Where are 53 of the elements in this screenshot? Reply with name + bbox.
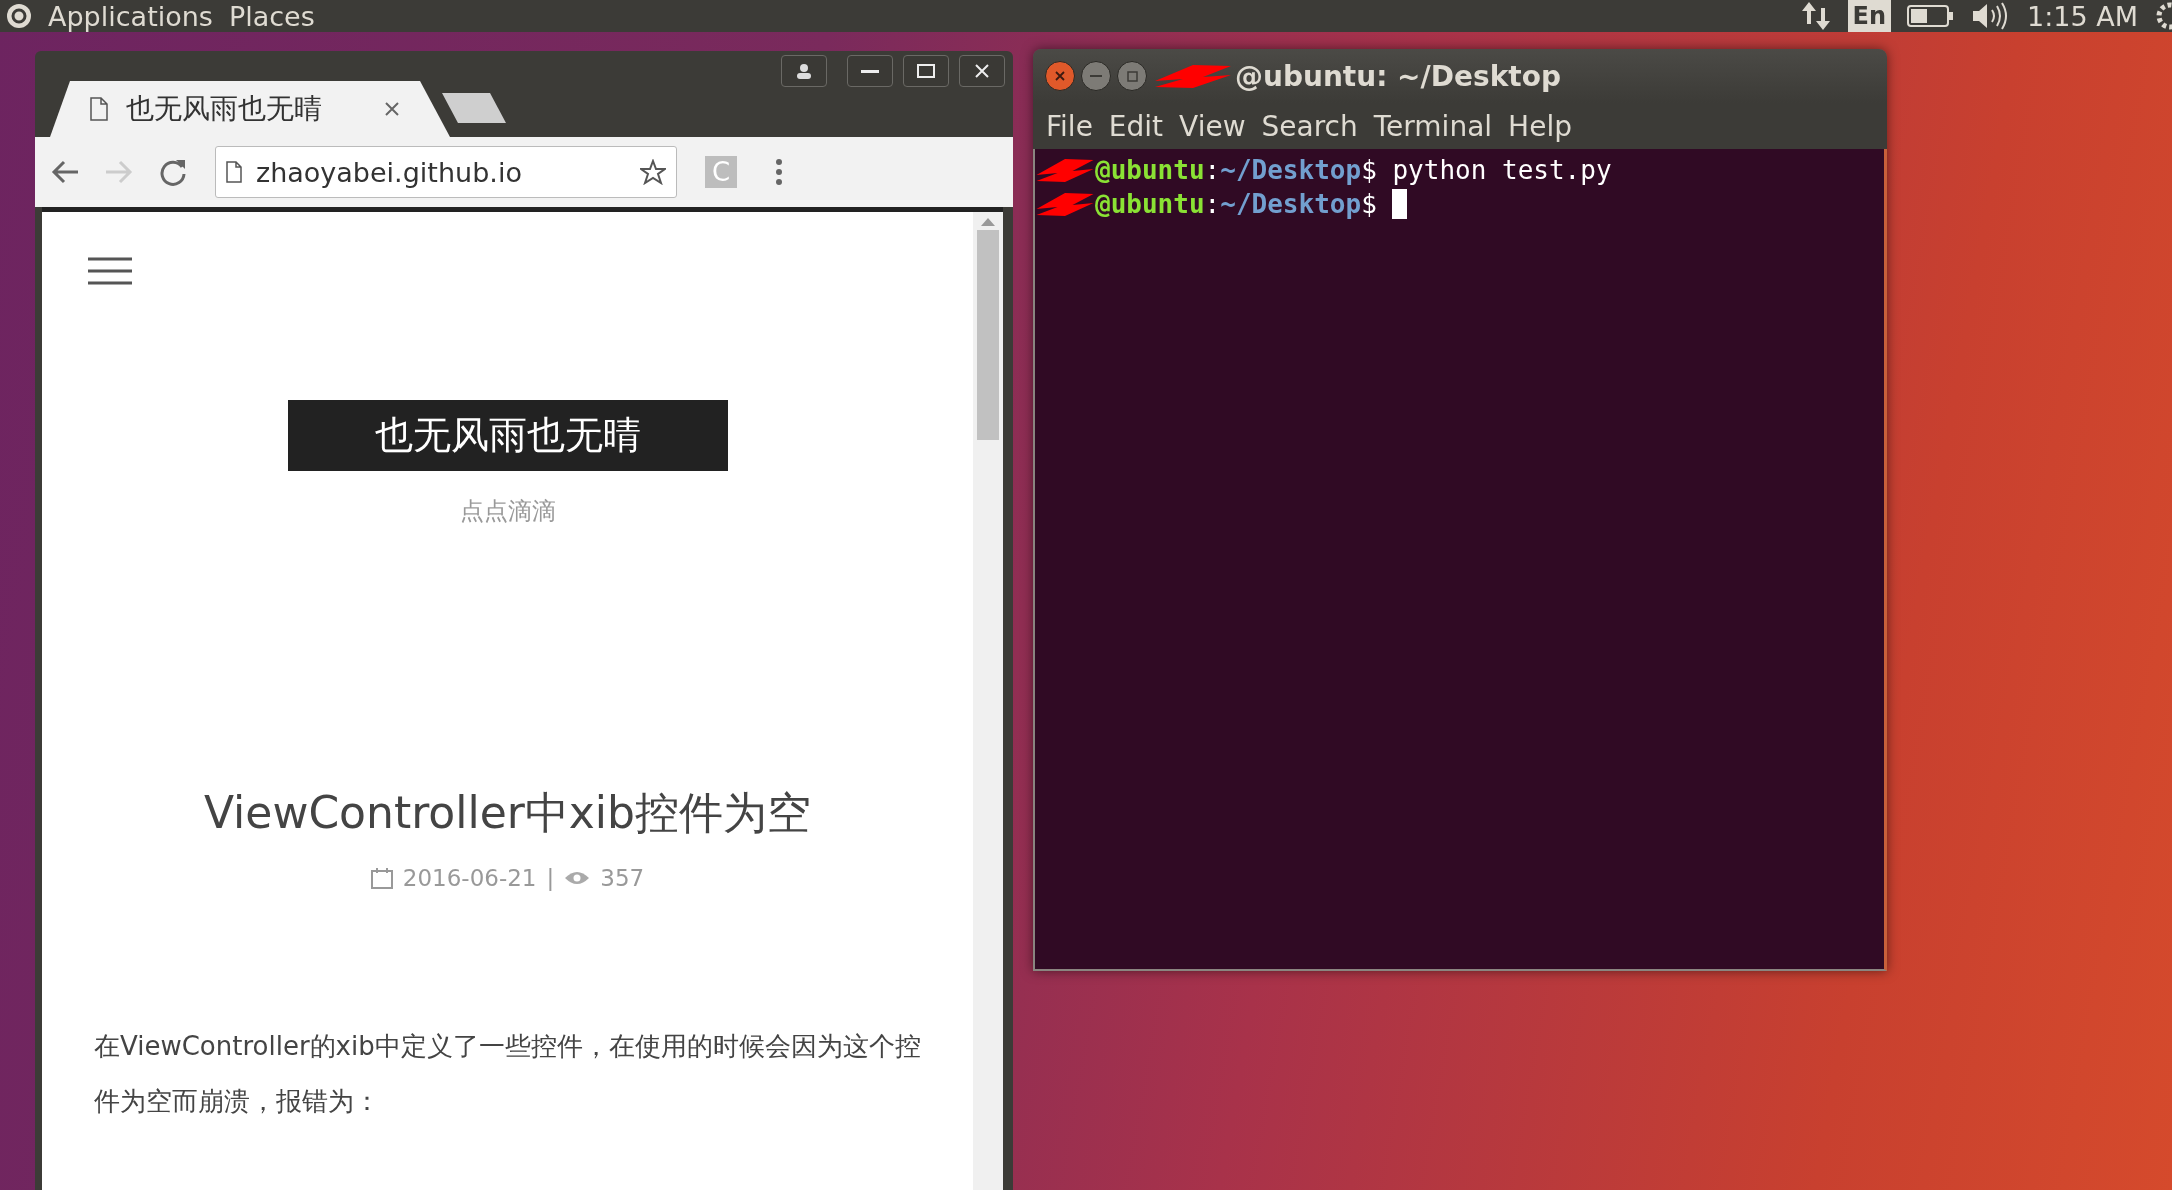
address-bar[interactable]: zhaoyabei.github.io xyxy=(215,146,677,198)
terminal-line: @ubuntu:~/Desktop$ xyxy=(1095,189,1378,219)
site-subtitle: 点点滴滴 xyxy=(459,496,556,527)
panel-menu[interactable]: Places xyxy=(228,0,315,32)
close-icon xyxy=(1054,70,1066,82)
person-icon xyxy=(796,63,812,79)
post-paragraph: 在ViewController的xib中定义了一些控件，在使用的时候会因为这个控件为空而崩溃，报错为： xyxy=(93,1030,922,1118)
minimize-button[interactable] xyxy=(847,55,893,87)
browser-tab[interactable]: 也无风雨也无晴 xyxy=(50,81,450,137)
menu-item[interactable]: Help xyxy=(1503,109,1577,143)
page-icon xyxy=(226,161,242,183)
minimize-icon xyxy=(1090,75,1102,77)
close-icon xyxy=(974,63,990,79)
menu-item[interactable]: View xyxy=(1174,109,1251,143)
battery-icon[interactable] xyxy=(1907,4,1955,28)
menu-item[interactable]: Search xyxy=(1256,109,1363,143)
back-arrow-icon xyxy=(51,159,79,185)
redaction-mark xyxy=(1035,191,1095,217)
menu-item[interactable]: File xyxy=(1041,109,1098,143)
maximize-icon xyxy=(917,64,935,78)
redaction-mark xyxy=(1035,157,1095,183)
forward-arrow-icon xyxy=(105,159,133,185)
maximize-icon xyxy=(1126,70,1138,82)
close-icon[interactable] xyxy=(384,101,400,117)
close-button[interactable] xyxy=(959,55,1005,87)
calendar-icon xyxy=(370,867,393,889)
panel-menu[interactable]: Applications xyxy=(48,0,213,32)
scrollbar-thumb[interactable] xyxy=(977,230,999,440)
minimize-icon xyxy=(861,69,879,73)
menu-icon[interactable] xyxy=(88,256,132,286)
star-icon[interactable] xyxy=(640,159,666,185)
menu-item[interactable]: Terminal xyxy=(1368,109,1498,143)
site-title[interactable]: 也无风雨也无晴 xyxy=(287,400,728,471)
post-title[interactable]: ViewController中xib控件为空 xyxy=(203,784,811,843)
profile-button[interactable] xyxy=(781,55,827,87)
terminal-line: @ubuntu:~/Desktop$ python test.py xyxy=(1095,155,1612,185)
maximize-button[interactable] xyxy=(903,55,949,87)
keyboard-layout-indicator[interactable]: En xyxy=(1847,0,1891,32)
page-icon xyxy=(90,97,108,121)
clock[interactable]: 1:15 AM xyxy=(2027,0,2138,32)
eye-icon xyxy=(564,870,591,886)
window-title: @ubuntu: ~/Desktop xyxy=(1235,59,1561,93)
ubuntu-logo-icon[interactable] xyxy=(6,3,32,29)
reload-icon xyxy=(159,158,187,186)
close-button[interactable] xyxy=(1045,61,1075,91)
menu-icon[interactable] xyxy=(775,158,783,186)
meta-separator: | xyxy=(546,865,555,891)
gear-icon[interactable] xyxy=(2154,1,2172,31)
menu-item[interactable]: Edit xyxy=(1103,109,1169,143)
network-arrows-icon[interactable] xyxy=(1799,0,1832,32)
view-count: 357 xyxy=(600,865,645,891)
post-date: 2016-06-21 xyxy=(402,865,537,891)
new-tab-button[interactable] xyxy=(442,93,506,123)
